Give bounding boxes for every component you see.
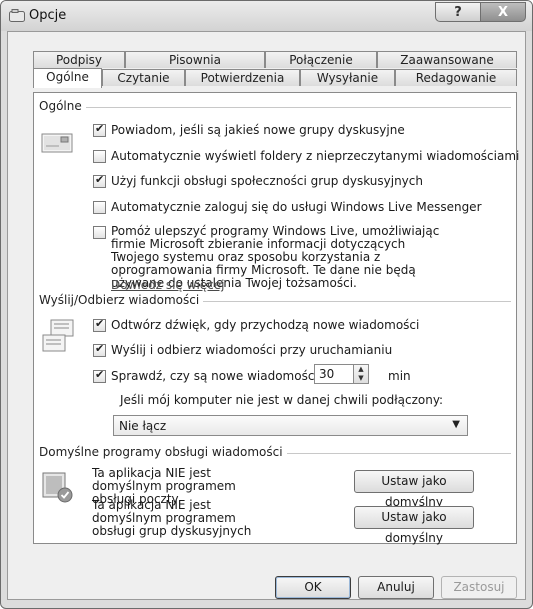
set-default-mail-button[interactable]: Ustaw jako domyślny: [354, 470, 474, 509]
app-icon: [9, 9, 25, 22]
community-features-checkbox[interactable]: [93, 173, 106, 188]
spinner-down-icon[interactable]: ▼: [354, 374, 368, 383]
tab-polaczenie[interactable]: Połączenie: [265, 51, 377, 68]
tab-zaawansowane[interactable]: Zaawansowane: [377, 51, 517, 68]
spinner-up-icon[interactable]: ▲: [354, 365, 368, 374]
general-section-title: Ogólne: [39, 99, 86, 113]
auto-signin-messenger-checkbox[interactable]: [93, 201, 106, 214]
tab-podpisy[interactable]: Podpisy: [33, 51, 125, 68]
tab-wysylanie[interactable]: Wysyłanie: [300, 69, 395, 86]
tab-ogolne[interactable]: Ogólne: [33, 68, 102, 88]
send-receive-startup-label: Wyślij i odbierz wiadomości przy urucham…: [111, 343, 393, 357]
help-button[interactable]: ?: [435, 2, 481, 22]
apply-button[interactable]: Zastosuj: [441, 576, 517, 599]
notify-new-newsgroups-label: Powiadom, jeśli są jakieś nowe grupy dys…: [111, 123, 405, 137]
newsgroup-icon: [41, 133, 73, 153]
auto-show-unread-folders-label: Automatycznie wyświetl foldery z nieprze…: [111, 149, 520, 163]
offline-connection-value: Nie łącz: [119, 419, 167, 433]
news-default-status: Ta aplikacja NIE jest domyślnym programe…: [92, 498, 252, 538]
send-receive-section-rule: [196, 301, 511, 302]
set-default-news-button[interactable]: Ustaw jako domyślny: [354, 506, 474, 545]
check-new-messages-checkbox[interactable]: [93, 368, 106, 383]
default-program-icon: [42, 472, 73, 503]
default-programs-section-title: Domyślne programy obsługi wiadomości: [39, 445, 287, 459]
community-features-label: Użyj funkcji obsługi społeczności grup d…: [111, 174, 423, 188]
improve-program-checkbox[interactable]: [93, 226, 106, 239]
tab-potwierdzenia[interactable]: Potwierdzenia: [185, 69, 300, 86]
auto-show-unread-folders-checkbox[interactable]: [93, 150, 106, 163]
window-title: Opcje: [29, 8, 67, 23]
send-receive-section-title: Wyślij/Odbierz wiadomości: [39, 293, 204, 307]
notify-new-newsgroups-checkbox[interactable]: [93, 122, 106, 137]
options-window: Opcje ? X Podpisy Pisownia Połączenie Za…: [0, 0, 533, 609]
play-sound-checkbox[interactable]: [93, 317, 106, 332]
auto-signin-messenger-label: Automatycznie zaloguj się do usługi Wind…: [111, 200, 482, 214]
ok-button[interactable]: OK: [275, 576, 351, 599]
cancel-button[interactable]: Anuluj: [358, 576, 434, 599]
play-sound-label: Odtwórz dźwięk, gdy przychodzą nowe wiad…: [111, 318, 420, 332]
learn-more-link[interactable]: Dowiedz się więcej: [111, 278, 224, 292]
send-receive-startup-checkbox[interactable]: [93, 342, 106, 357]
check-interval-spinner[interactable]: ▲ ▼: [353, 364, 369, 384]
general-section-rule: [83, 107, 511, 108]
chevron-down-icon: ▼: [452, 419, 460, 430]
check-interval-unit: min: [388, 369, 411, 383]
send-receive-icon: [42, 319, 74, 352]
check-new-messages-label: Sprawdź, czy są nowe wiadomości co: [111, 369, 336, 383]
title-bar[interactable]: Opcje ? X: [1, 1, 532, 31]
offline-connection-select[interactable]: Nie łącz ▼: [113, 415, 468, 436]
tab-redagowanie[interactable]: Redagowanie: [395, 69, 517, 86]
close-button[interactable]: X: [480, 2, 526, 22]
tab-czytanie[interactable]: Czytanie: [102, 69, 185, 86]
check-interval-input[interactable]: 30: [314, 364, 354, 384]
default-programs-section-rule: [261, 453, 511, 454]
offline-label: Jeśli mój komputer nie jest w danej chwi…: [120, 393, 444, 407]
tab-pisownia[interactable]: Pisownia: [125, 51, 265, 68]
